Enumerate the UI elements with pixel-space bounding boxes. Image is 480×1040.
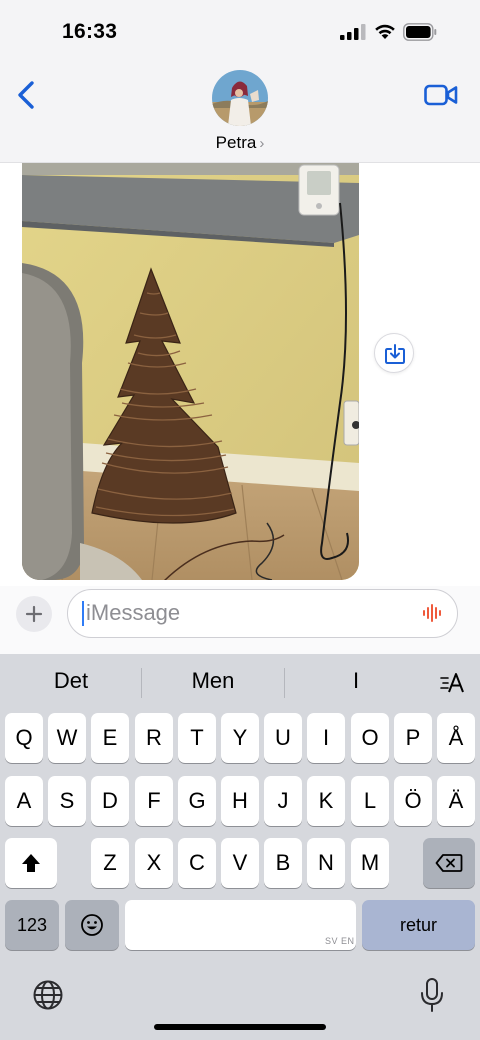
key-o-umlaut[interactable]: Ö: [394, 776, 432, 826]
message-placeholder: iMessage: [86, 600, 181, 625]
shift-icon: [22, 854, 40, 872]
battery-icon: [403, 23, 437, 41]
numbers-key-label: 123: [16, 914, 48, 935]
key-l[interactable]: L: [351, 776, 389, 826]
key-p[interactable]: P: [394, 713, 432, 763]
key-k[interactable]: K: [307, 776, 345, 826]
save-photo-button[interactable]: [374, 333, 414, 373]
home-indicator[interactable]: [154, 1024, 326, 1030]
key-b[interactable]: B: [264, 838, 302, 888]
wifi-icon: [375, 24, 395, 39]
key-j[interactable]: J: [264, 776, 302, 826]
prediction-3[interactable]: I: [286, 668, 426, 694]
shift-key[interactable]: [5, 838, 57, 888]
numbers-key[interactable]: 123: [5, 900, 59, 950]
key-a[interactable]: A: [5, 776, 43, 826]
key-m[interactable]: M: [351, 838, 389, 888]
key-q[interactable]: Q: [5, 713, 43, 763]
key-a-ring[interactable]: Å: [437, 713, 475, 763]
avatar-photo: [212, 70, 268, 126]
chevron-left-icon[interactable]: [14, 80, 40, 110]
key-u[interactable]: U: [264, 713, 302, 763]
status-time: 16:33: [62, 20, 118, 43]
key-s[interactable]: S: [48, 776, 86, 826]
key-e[interactable]: E: [91, 713, 129, 763]
contact-name-row[interactable]: Petra ›: [0, 133, 480, 153]
message-thread: [0, 163, 480, 586]
prediction-divider: [141, 668, 142, 698]
key-y[interactable]: Y: [221, 713, 259, 763]
key-w[interactable]: W: [48, 713, 86, 763]
key-g[interactable]: G: [178, 776, 216, 826]
globe-icon[interactable]: [32, 979, 64, 1011]
space-key[interactable]: [125, 900, 356, 950]
key-o[interactable]: O: [351, 713, 389, 763]
delete-key[interactable]: [423, 838, 475, 888]
add-attachment-button[interactable]: [16, 596, 52, 632]
prediction-1[interactable]: Det: [1, 668, 141, 694]
message-photo[interactable]: [22, 163, 359, 580]
space-language-label: SV EN: [325, 936, 355, 946]
emoji-icon: [81, 914, 103, 936]
prediction-2[interactable]: Men: [143, 668, 283, 694]
status-bar: 16:33: [0, 0, 480, 62]
key-i[interactable]: I: [307, 713, 345, 763]
plus-icon: [25, 605, 43, 623]
key-h[interactable]: H: [221, 776, 259, 826]
backspace-icon: [435, 854, 463, 872]
cellular-signal-icon: [340, 24, 366, 40]
video-camera-icon[interactable]: [424, 84, 458, 106]
key-a-umlaut[interactable]: Ä: [437, 776, 475, 826]
contact-avatar[interactable]: [212, 70, 268, 126]
key-v[interactable]: V: [221, 838, 259, 888]
text-cursor: [82, 601, 84, 626]
emoji-key[interactable]: [65, 900, 119, 950]
microphone-icon[interactable]: [420, 977, 444, 1013]
tree-photo-image: [22, 163, 359, 580]
return-key[interactable]: retur: [362, 900, 475, 950]
key-z[interactable]: Z: [91, 838, 129, 888]
key-d[interactable]: D: [91, 776, 129, 826]
text-format-icon[interactable]: [440, 672, 466, 694]
return-key-label: retur: [399, 914, 437, 935]
key-f[interactable]: F: [135, 776, 173, 826]
contact-name: Petra: [215, 133, 257, 152]
audio-waveform-icon[interactable]: [422, 603, 444, 623]
key-t[interactable]: T: [178, 713, 216, 763]
chevron-right-icon: ›: [259, 135, 265, 152]
key-c[interactable]: C: [178, 838, 216, 888]
save-download-icon: [385, 344, 405, 364]
key-x[interactable]: X: [135, 838, 173, 888]
key-n[interactable]: N: [307, 838, 345, 888]
key-r[interactable]: R: [135, 713, 173, 763]
prediction-divider: [284, 668, 285, 698]
